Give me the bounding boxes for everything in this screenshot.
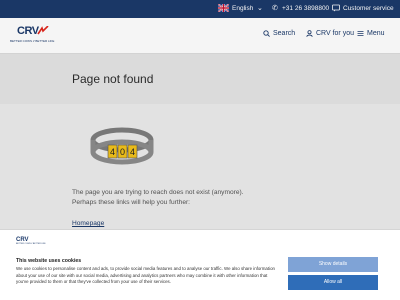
cookie-title: This website uses cookies [16,258,82,264]
page-dim-overlay [0,0,400,229]
allow-all-button[interactable]: Allow all [288,275,378,290]
cookie-logo-tagline: BETTER COWS // BETTER LIFE [16,243,46,245]
cookie-text: We use cookies to personalise content an… [16,266,275,284]
cookie-banner: CRV BETTER COWS // BETTER LIFE This webs… [0,229,400,300]
show-details-button[interactable]: Show details [288,257,378,272]
